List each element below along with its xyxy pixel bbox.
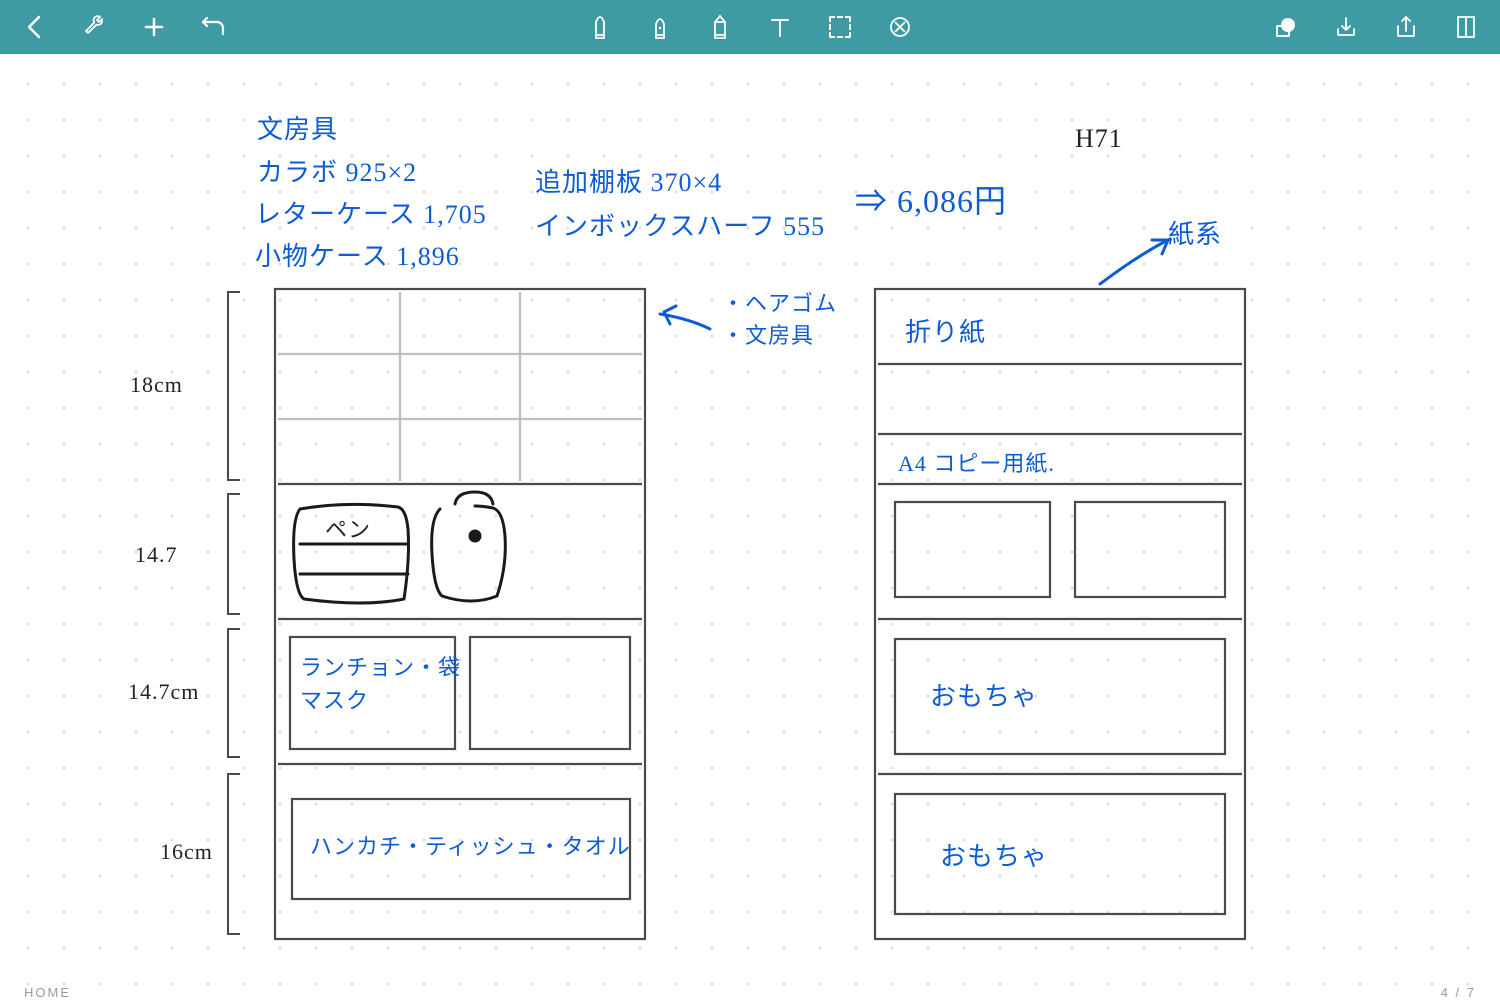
header-col2b: インボックスハーフ 555 <box>535 206 825 243</box>
right-row-2: A4 コピー用紙. <box>898 446 1055 478</box>
header-col2a: 追加棚板 370×4 <box>535 162 722 199</box>
back-button[interactable] <box>20 13 48 41</box>
footer: HOME 4 / 7 <box>0 977 1500 1007</box>
undo-button[interactable] <box>200 13 228 41</box>
share-icon[interactable] <box>1392 13 1420 41</box>
h71-label: H71 <box>1075 124 1123 154</box>
text-tool-icon[interactable] <box>766 13 794 41</box>
toolbar <box>0 0 1500 54</box>
box4-label: ハンカチ・ティッシュ・タオル <box>310 829 631 861</box>
home-label[interactable]: HOME <box>24 985 71 1000</box>
page-indicator: 4 / 7 <box>1441 985 1476 1000</box>
total-price: ⇒ 6,086円 <box>855 176 1007 222</box>
import-icon[interactable] <box>1332 13 1360 41</box>
dim-1: 18cm <box>130 372 183 398</box>
dim-2: 14.7 <box>135 542 178 568</box>
dim-4: 16cm <box>160 839 213 865</box>
wrench-icon[interactable] <box>80 13 108 41</box>
pen-label: ペン <box>325 512 371 544</box>
right-row-5: おもちゃ <box>940 836 1048 873</box>
right-row-1: 折り紙 <box>905 312 986 349</box>
dim-3: 14.7cm <box>128 679 199 705</box>
pages-icon[interactable] <box>1452 13 1480 41</box>
eraser-tool-icon[interactable] <box>886 13 914 41</box>
highlighter-tool-icon[interactable] <box>706 13 734 41</box>
header-line-4: 小物ケース 1,896 <box>255 236 460 273</box>
lasso-tool-icon[interactable] <box>826 13 854 41</box>
header-line-3: レターケース 1,705 <box>255 194 487 231</box>
note-arrow-2: ・文房具 <box>722 318 814 350</box>
title-text: 文房具 <box>257 109 338 146</box>
add-button[interactable] <box>140 13 168 41</box>
canvas[interactable]: 文房具 カラボ 925×2 レターケース 1,705 小物ケース 1,896 追… <box>0 54 1500 1007</box>
box3-label: ランチョン・袋 マスク <box>300 651 461 717</box>
pen-tool-2-icon[interactable] <box>646 13 674 41</box>
shapes-icon[interactable] <box>1272 13 1300 41</box>
header-line-2: カラボ 925×2 <box>257 152 417 189</box>
right-row-4: おもちゃ <box>930 676 1038 713</box>
note-arrow-1: ・ヘアゴム <box>722 286 837 318</box>
sketch-layer <box>0 54 1500 1007</box>
pen-tool-1-icon[interactable] <box>586 13 614 41</box>
paper-label: 紙系 <box>1168 214 1222 251</box>
